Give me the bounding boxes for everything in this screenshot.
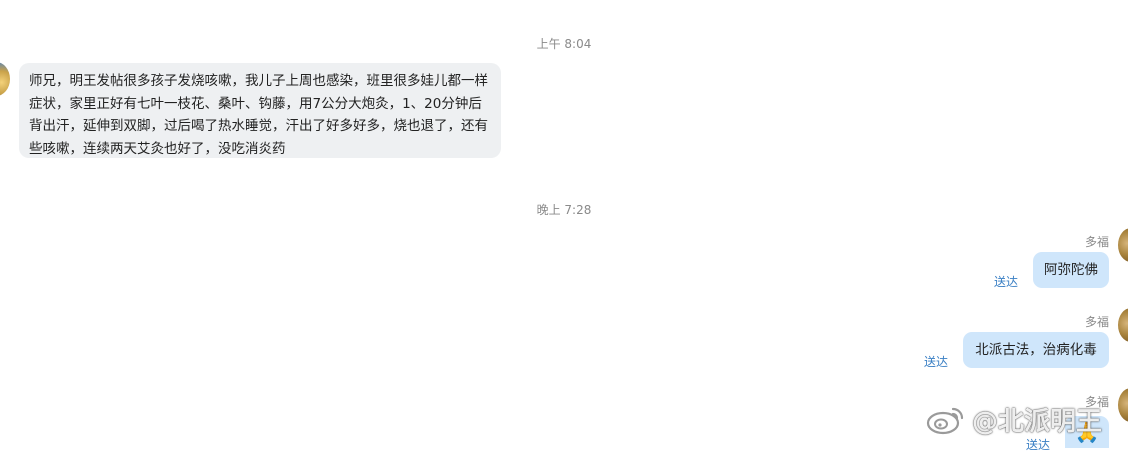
outgoing-message-bubble: 北派古法，治病化毒	[963, 332, 1109, 368]
sender-name: 多福	[1084, 235, 1109, 249]
outgoing-message-bubble: 阿弥陀佛	[1033, 252, 1109, 288]
contact-avatar[interactable]	[0, 62, 10, 96]
user-avatar[interactable]	[1118, 388, 1128, 422]
incoming-message-bubble: 师兄，明王发帖很多孩子发烧咳嗽，我儿子上周也感染，班里很多娃儿都一样症状，家里正…	[19, 63, 501, 158]
timestamp-morning: 上午 8:04	[536, 37, 592, 51]
weibo-logo-icon	[926, 407, 964, 435]
user-avatar[interactable]	[1118, 228, 1128, 262]
user-avatar[interactable]	[1118, 308, 1128, 342]
timestamp-evening: 晚上 7:28	[536, 203, 592, 217]
weibo-watermark: @北派明王	[926, 398, 1102, 440]
sender-name: 多福	[1084, 315, 1109, 329]
watermark-text: @北派明王	[972, 406, 1103, 437]
delivered-status: 送达	[924, 355, 949, 369]
delivered-status: 送达	[994, 275, 1019, 289]
